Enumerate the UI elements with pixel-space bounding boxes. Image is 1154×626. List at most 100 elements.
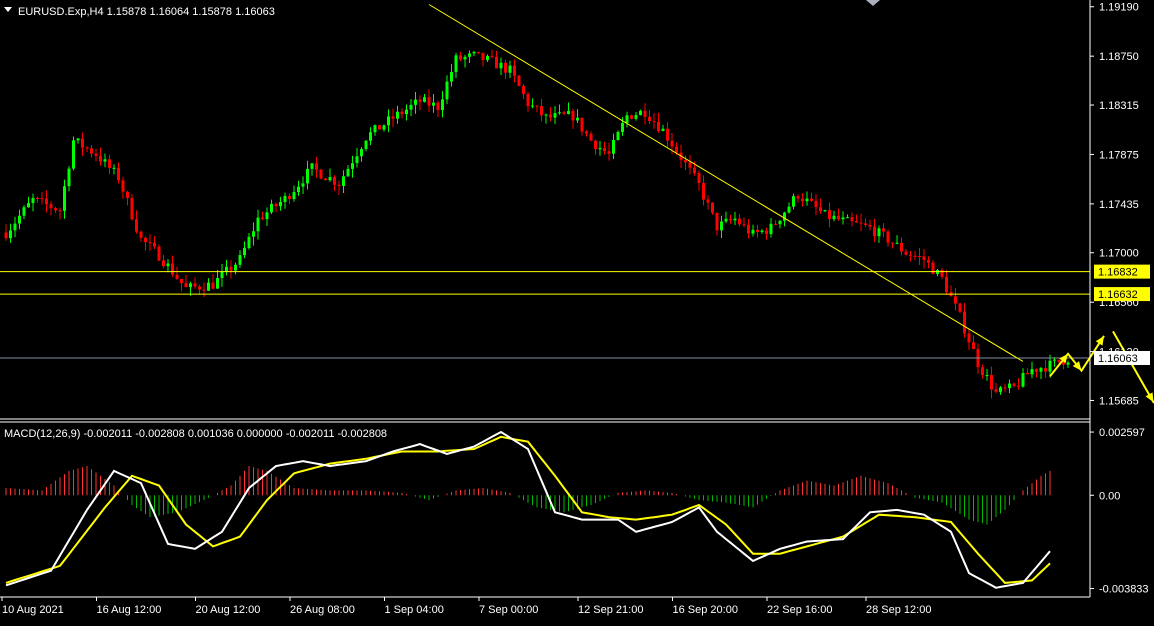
candle-body[interactable] [823,210,827,212]
candle-body[interactable] [436,102,440,111]
candle-body[interactable] [378,125,381,130]
candle-body[interactable] [144,237,147,243]
candle-body[interactable] [180,278,183,284]
candle-body[interactable] [954,296,957,304]
candle-body[interactable] [945,276,948,293]
candle-body[interactable] [220,271,224,278]
candle-body[interactable] [603,148,606,152]
candle-body[interactable] [247,236,251,249]
candle-body[interactable] [216,277,219,289]
candle-body[interactable] [477,51,480,53]
candle-body[interactable] [481,52,485,61]
candle-body[interactable] [288,195,291,200]
candle-body[interactable] [607,151,611,154]
candle-body[interactable] [243,248,246,256]
candle-body[interactable] [958,303,962,312]
candle-body[interactable] [13,223,17,231]
candle-body[interactable] [1008,383,1011,389]
candle-body[interactable] [1066,362,1070,365]
candle-body[interactable] [526,93,530,107]
candle-body[interactable] [769,223,773,235]
candle-body[interactable] [1053,359,1056,361]
candle-body[interactable] [832,215,836,220]
candle-body[interactable] [45,198,48,205]
candle-body[interactable] [99,155,102,162]
candle-body[interactable] [643,110,647,117]
candle-body[interactable] [850,217,854,221]
candle-body[interactable] [90,148,93,154]
candle-body[interactable] [1057,359,1061,363]
candle-body[interactable] [382,125,386,130]
macd-main-line[interactable] [5,430,1051,589]
candle-body[interactable] [396,111,399,119]
candle-body[interactable] [864,223,867,225]
candle-body[interactable] [886,231,890,243]
candle-body[interactable] [931,262,935,275]
candle-body[interactable] [711,202,714,213]
candle-body[interactable] [153,242,156,247]
candle-body[interactable] [1003,387,1007,389]
candle-body[interactable] [531,105,534,107]
candle-body[interactable] [441,99,444,111]
candle-body[interactable] [571,111,575,121]
candle-body[interactable] [612,139,615,154]
candle-body[interactable] [985,374,989,376]
candle-body[interactable] [189,283,192,288]
candle-body[interactable] [283,195,287,202]
candle-body[interactable] [355,156,359,164]
candle-body[interactable] [868,224,872,227]
candle-body[interactable] [301,183,305,187]
candle-body[interactable] [562,112,566,114]
forecast-arrow-path[interactable] [1112,330,1154,404]
candle-body[interactable] [684,160,687,163]
candle-body[interactable] [981,367,984,376]
candle-body[interactable] [27,203,30,208]
candle-body[interactable] [9,230,12,239]
candle-body[interactable] [112,167,116,169]
candle-body[interactable] [747,224,750,234]
candle-body[interactable] [904,251,908,255]
candle-body[interactable] [859,222,863,224]
candle-body[interactable] [261,217,264,220]
candle-body[interactable] [117,167,120,181]
candle-body[interactable] [1026,372,1029,375]
candle-body[interactable] [535,105,539,107]
candle-body[interactable] [364,140,368,149]
candle-body[interactable] [333,177,336,185]
candle-body[interactable] [702,182,705,200]
candle-body[interactable] [72,140,75,169]
candle-body[interactable] [810,198,813,201]
candle-body[interactable] [639,110,642,116]
candle-body[interactable] [913,255,917,257]
candle-body[interactable] [990,374,993,390]
candle-body[interactable] [585,131,588,134]
candle-body[interactable] [4,232,8,239]
candle-body[interactable] [567,111,570,114]
candle-body[interactable] [319,169,323,179]
candle-body[interactable] [265,212,269,220]
candle-body[interactable] [427,97,431,106]
candle-body[interactable] [706,199,710,203]
candle-body[interactable] [49,204,53,209]
candle-body[interactable] [738,218,741,225]
candle-body[interactable] [522,85,525,94]
candle-body[interactable] [801,198,804,202]
candle-body[interactable] [76,138,80,141]
candle-body[interactable] [121,180,125,192]
candle-body[interactable] [909,254,912,256]
candle-body[interactable] [828,210,831,220]
candle-body[interactable] [486,55,489,61]
candle-body[interactable] [22,207,26,216]
candle-body[interactable] [729,218,732,221]
candle-body[interactable] [157,246,161,261]
candle-body[interactable] [252,231,255,237]
candle-body[interactable] [468,53,471,57]
candle-body[interactable] [256,217,260,232]
chart-shift-marker-icon[interactable] [866,0,880,6]
candle-body[interactable] [162,260,165,267]
candle-body[interactable] [783,212,786,221]
candle-body[interactable] [387,116,390,126]
candle-body[interactable] [18,215,21,224]
candle-body[interactable] [891,242,894,244]
candle-body[interactable] [540,106,543,116]
